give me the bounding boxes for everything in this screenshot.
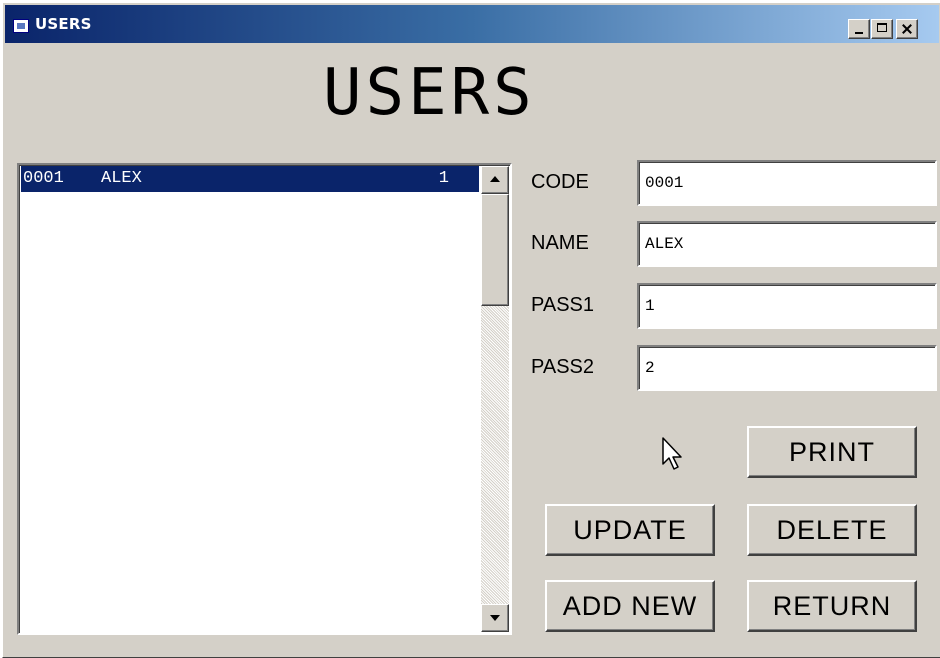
- code-field[interactable]: [637, 160, 937, 206]
- list-item-pass: 1: [438, 169, 449, 188]
- pass2-label: PASS2: [531, 356, 594, 378]
- delete-button[interactable]: DELETE: [747, 504, 917, 556]
- print-button[interactable]: PRINT: [747, 426, 917, 478]
- users-window: USERS USERS 0001 ALEX 1 CODE NAME PASS1: [2, 2, 940, 658]
- scroll-up-button[interactable]: [481, 166, 509, 194]
- form-heading: USERS: [323, 56, 536, 130]
- users-listbox[interactable]: 0001 ALEX 1: [17, 163, 512, 635]
- scroll-thumb[interactable]: [481, 194, 509, 306]
- name-field[interactable]: [637, 221, 937, 267]
- pass2-field[interactable]: [637, 345, 937, 391]
- maximize-button[interactable]: [871, 19, 893, 39]
- mouse-cursor-icon: [662, 437, 682, 470]
- title-bar[interactable]: USERS: [5, 5, 939, 43]
- list-item-code: 0001: [23, 169, 64, 188]
- window-title: USERS: [35, 15, 92, 33]
- minimize-button[interactable]: [848, 19, 870, 39]
- close-button[interactable]: [896, 19, 918, 39]
- pass1-label: PASS1: [531, 294, 594, 316]
- pass1-field[interactable]: [637, 283, 937, 329]
- code-label: CODE: [531, 171, 589, 193]
- list-item-name: ALEX: [101, 169, 142, 188]
- return-button[interactable]: RETURN: [747, 580, 917, 632]
- scroll-down-button[interactable]: [481, 604, 509, 632]
- list-item[interactable]: 0001 ALEX 1: [21, 166, 479, 192]
- app-icon[interactable]: [13, 19, 29, 33]
- list-scrollbar[interactable]: [481, 166, 509, 632]
- name-label: NAME: [531, 232, 589, 254]
- add-new-button[interactable]: ADD NEW: [545, 580, 715, 632]
- update-button[interactable]: UPDATE: [545, 504, 715, 556]
